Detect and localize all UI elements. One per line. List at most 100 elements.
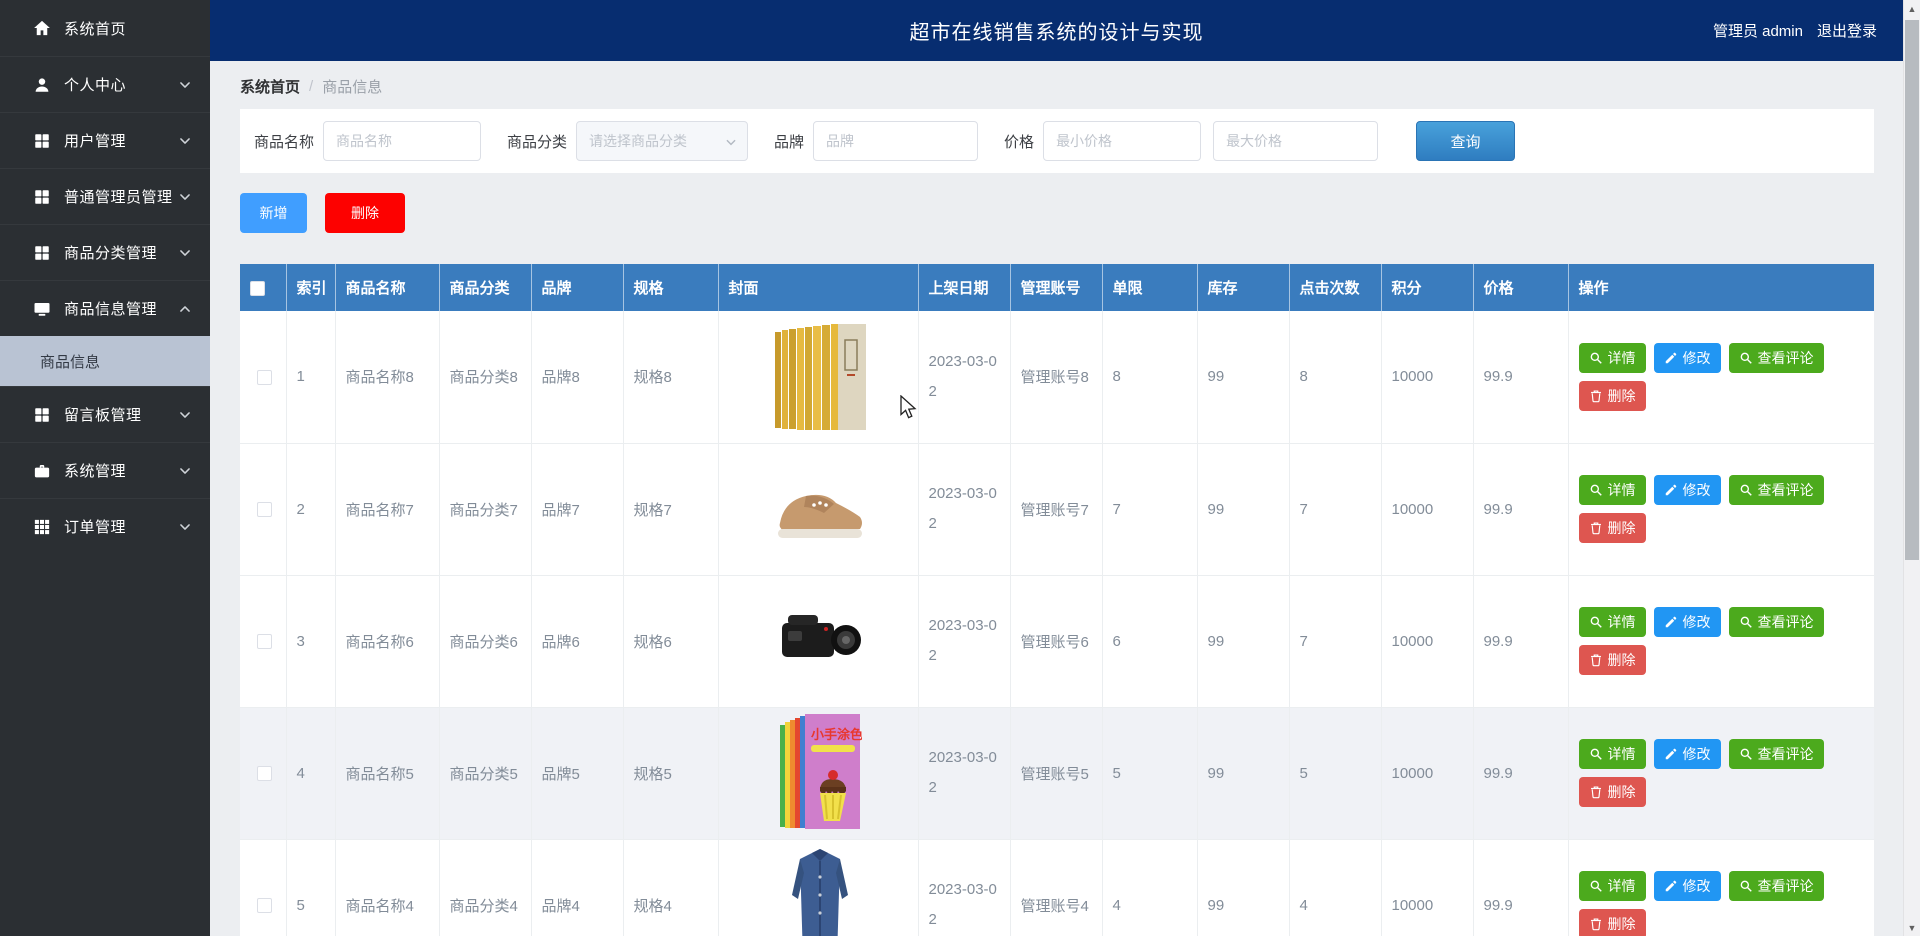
category-select[interactable]: 请选择商品分类 <box>576 121 748 161</box>
row-checkbox-cell <box>240 839 286 936</box>
cell-price: 99.9 <box>1473 707 1568 839</box>
sidebar-item[interactable]: 留言板管理 <box>0 386 210 442</box>
column-header: 索引 <box>286 264 335 311</box>
sidebar-subitem[interactable]: 商品信息 <box>0 336 210 386</box>
detail-button[interactable]: 详情 <box>1579 343 1646 373</box>
cell-clicks: 7 <box>1289 443 1381 575</box>
cell-limit: 5 <box>1102 707 1197 839</box>
cell-spec: 规格5 <box>623 707 718 839</box>
row-delete-button[interactable]: 删除 <box>1579 513 1646 543</box>
edit-button[interactable]: 修改 <box>1654 475 1721 505</box>
pencil-icon <box>1664 879 1678 893</box>
cell-points: 10000 <box>1381 839 1473 936</box>
pencil-icon <box>1664 747 1678 761</box>
cell-stock: 99 <box>1197 839 1289 936</box>
grid-icon <box>33 188 51 206</box>
edit-button[interactable]: 修改 <box>1654 607 1721 637</box>
edit-button[interactable]: 修改 <box>1654 871 1721 901</box>
cell-price: 99.9 <box>1473 575 1568 707</box>
column-header: 封面 <box>718 264 918 311</box>
grid-icon <box>33 132 51 150</box>
cell-account: 管理账号8 <box>1010 311 1102 443</box>
row-checkbox[interactable] <box>257 898 272 913</box>
row-checkbox-cell <box>240 707 286 839</box>
delete-button[interactable]: 删除 <box>325 193 405 233</box>
cell-limit: 6 <box>1102 575 1197 707</box>
row-delete-button[interactable]: 删除 <box>1579 909 1646 936</box>
scroll-up-icon[interactable]: ▲ <box>1904 0 1920 17</box>
sidebar-item[interactable]: 系统管理 <box>0 442 210 498</box>
cell-account: 管理账号4 <box>1010 839 1102 936</box>
logout-link[interactable]: 退出登录 <box>1817 20 1877 41</box>
view-comments-button[interactable]: 查看评论 <box>1729 739 1824 769</box>
breadcrumb-home[interactable]: 系统首页 <box>240 76 300 97</box>
cell-cover <box>718 839 918 936</box>
sidebar-item[interactable]: 用户管理 <box>0 112 210 168</box>
sidebar-item-label: 留言板管理 <box>64 404 178 425</box>
sidebar-item[interactable]: 商品信息管理 <box>0 280 210 336</box>
sidebar-item[interactable]: 系统首页 <box>0 0 210 56</box>
row-checkbox[interactable] <box>257 766 272 781</box>
row-delete-button[interactable]: 删除 <box>1579 645 1646 675</box>
view-comments-button[interactable]: 查看评论 <box>1729 343 1824 373</box>
price-max-input[interactable] <box>1213 121 1378 161</box>
sidebar-item[interactable]: 商品分类管理 <box>0 224 210 280</box>
chevron-down-icon <box>178 190 192 204</box>
detail-button[interactable]: 详情 <box>1579 475 1646 505</box>
product-table: 索引商品名称商品分类品牌规格封面上架日期管理账号单限库存点击次数积分价格操作 1… <box>240 264 1874 936</box>
sidebar-item[interactable]: 普通管理员管理 <box>0 168 210 224</box>
row-delete-button[interactable]: 删除 <box>1579 777 1646 807</box>
row-checkbox[interactable] <box>257 634 272 649</box>
brand-label: 品牌 <box>774 131 804 152</box>
sidebar-item-label: 订单管理 <box>64 516 178 537</box>
cell-index: 1 <box>286 311 335 443</box>
current-user-label: 管理员 admin <box>1713 20 1803 41</box>
column-header: 单限 <box>1102 264 1197 311</box>
detail-button[interactable]: 详情 <box>1579 607 1646 637</box>
cell-limit: 4 <box>1102 839 1197 936</box>
row-delete-button[interactable]: 删除 <box>1579 381 1646 411</box>
select-all-checkbox[interactable] <box>250 281 265 296</box>
query-button[interactable]: 查询 <box>1416 121 1515 161</box>
add-button[interactable]: 新增 <box>240 193 307 233</box>
cell-index: 2 <box>286 443 335 575</box>
price-min-input[interactable] <box>1043 121 1201 161</box>
cell-product-name: 商品名称8 <box>335 311 439 443</box>
edit-button[interactable]: 修改 <box>1654 739 1721 769</box>
brand-input[interactable] <box>813 121 978 161</box>
product-name-input[interactable] <box>323 121 481 161</box>
cell-brand: 品牌4 <box>531 839 623 936</box>
topbar-user-area: 管理员 admin 退出登录 <box>1713 0 1877 61</box>
cell-points: 10000 <box>1381 443 1473 575</box>
vertical-scrollbar[interactable]: ▲ ▼ <box>1903 0 1920 936</box>
detail-button[interactable]: 详情 <box>1579 871 1646 901</box>
cell-account: 管理账号6 <box>1010 575 1102 707</box>
sidebar-item-label: 个人中心 <box>64 74 178 95</box>
trash-icon <box>1589 785 1603 799</box>
scroll-down-icon[interactable]: ▼ <box>1904 919 1920 936</box>
row-checkbox[interactable] <box>257 502 272 517</box>
cell-date: 2023-03-02 <box>918 707 1010 839</box>
detail-button[interactable]: 详情 <box>1579 739 1646 769</box>
scrollbar-thumb[interactable] <box>1905 20 1919 560</box>
column-header: 商品名称 <box>335 264 439 311</box>
cell-spec: 规格6 <box>623 575 718 707</box>
column-header: 积分 <box>1381 264 1473 311</box>
table-row: 2商品名称7商品分类7品牌7规格72023-03-02管理账号779971000… <box>240 443 1874 575</box>
edit-button[interactable]: 修改 <box>1654 343 1721 373</box>
row-checkbox[interactable] <box>257 370 272 385</box>
cell-points: 10000 <box>1381 311 1473 443</box>
trash-icon <box>1589 917 1603 931</box>
cell-brand: 品牌6 <box>531 575 623 707</box>
view-comments-button[interactable]: 查看评论 <box>1729 871 1824 901</box>
chevron-down-icon <box>178 520 192 534</box>
magnifier-icon <box>1589 615 1603 629</box>
view-comments-button[interactable]: 查看评论 <box>1729 475 1824 505</box>
table-icon <box>33 518 51 536</box>
view-comments-button[interactable]: 查看评论 <box>1729 607 1824 637</box>
sidebar-item[interactable]: 订单管理 <box>0 498 210 554</box>
magnifier-icon <box>1589 747 1603 761</box>
cell-brand: 品牌8 <box>531 311 623 443</box>
chevron-down-icon <box>178 78 192 92</box>
sidebar-item[interactable]: 个人中心 <box>0 56 210 112</box>
